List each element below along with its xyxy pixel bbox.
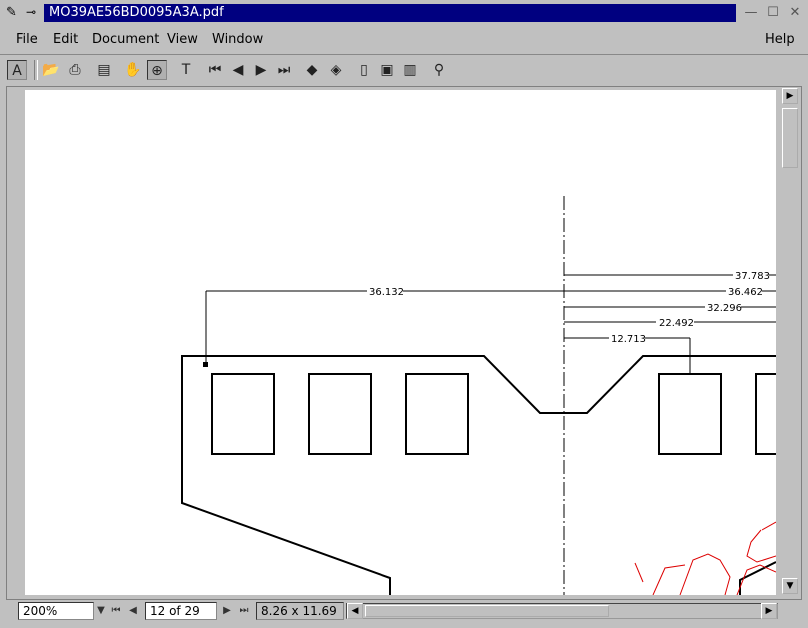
title-bar: ✎ ⊸ MO39AE56BD0095A3A.pdf — ☐ ✕	[0, 0, 808, 26]
scroll-right-icon[interactable]: ▶	[761, 603, 777, 619]
toolbar-separator	[34, 60, 38, 80]
document-page[interactable]: 37.783 36.462 32.296 22.492 12.713 36.13…	[25, 90, 776, 595]
zoom-dropdown-icon[interactable]: ▼	[93, 603, 109, 619]
go-forward-icon[interactable]: ◈	[326, 60, 346, 80]
actual-size-icon[interactable]: ▯	[354, 60, 374, 80]
vertical-scroll-thumb[interactable]	[782, 108, 798, 168]
menu-bar: File Edit Document View Window Help	[0, 26, 808, 55]
dim-label: 36.462	[728, 287, 763, 298]
zoom-field[interactable]: 200%	[18, 602, 94, 620]
minimize-icon[interactable]: —	[742, 4, 760, 22]
vertical-scrollbar[interactable]: ▶ ▼	[779, 88, 801, 598]
last-page-icon[interactable]: ⏭	[274, 60, 294, 80]
acrobat-logo-icon[interactable]: A	[7, 60, 27, 80]
technical-drawing: 37.783 36.462 32.296 22.492 12.713 36.13…	[181, 196, 776, 595]
window-title: MO39AE56BD0095A3A.pdf	[44, 4, 736, 22]
lower-profile	[739, 561, 776, 595]
window-cutouts	[211, 373, 776, 455]
fit-width-icon[interactable]: ▥	[400, 60, 420, 80]
menu-document[interactable]: Document	[92, 32, 159, 47]
dim-label: 37.783	[735, 271, 770, 282]
prev-page-icon[interactable]: ◀	[228, 60, 248, 80]
prev-page-button-icon[interactable]: ◀	[125, 603, 141, 619]
close-icon[interactable]: ✕	[786, 4, 804, 22]
next-page-icon[interactable]: ▶	[251, 60, 271, 80]
dim-label: 32.296	[707, 303, 742, 314]
find-icon[interactable]: ⚲	[429, 60, 449, 80]
zoom-tool-icon[interactable]: ⊕	[147, 60, 167, 80]
dim-label: 22.492	[659, 318, 694, 329]
maximize-icon[interactable]: ☐	[764, 4, 782, 22]
go-back-icon[interactable]: ◆	[302, 60, 322, 80]
scroll-up-icon[interactable]: ▶	[782, 88, 798, 104]
dim-label: 12.713	[611, 334, 646, 345]
last-page-button-icon[interactable]: ⏭	[236, 603, 252, 619]
toolbar: A 📂 ⎙ ▤ ✋ ⊕ T ⏮ ◀ ▶ ⏭ ◆ ◈ ▯ ▣ ▥ ⚲	[0, 56, 808, 84]
dimension-anchor	[203, 362, 208, 367]
first-page-button-icon[interactable]: ⏮	[108, 603, 124, 619]
horizontal-scrollbar[interactable]: ◀ ▶	[346, 603, 778, 619]
text-select-icon[interactable]: T	[176, 60, 196, 80]
next-page-button-icon[interactable]: ▶	[219, 603, 235, 619]
horizontal-scroll-thumb[interactable]	[365, 605, 609, 617]
scroll-down-icon[interactable]: ▼	[782, 578, 798, 594]
pin-icon[interactable]: ⊸	[26, 5, 36, 19]
menu-window[interactable]: Window	[212, 32, 263, 47]
hand-tool-icon[interactable]: ✋	[123, 60, 143, 80]
bookmarks-icon[interactable]: ▤	[94, 60, 114, 80]
first-page-icon[interactable]: ⏮	[205, 60, 225, 80]
menu-edit[interactable]: Edit	[53, 32, 78, 47]
dim-label: 36.132	[369, 287, 404, 298]
menu-file[interactable]: File	[16, 32, 38, 47]
menu-view[interactable]: View	[167, 32, 198, 47]
page-number-field[interactable]: 12 of 29	[145, 602, 217, 620]
acrobat-icon[interactable]: ✎	[6, 5, 22, 21]
scroll-left-icon[interactable]: ◀	[347, 603, 363, 619]
fit-page-icon[interactable]: ▣	[377, 60, 397, 80]
menu-help[interactable]: Help	[765, 32, 795, 47]
part-outline	[181, 355, 776, 595]
page-size-readout: 8.26 x 11.69	[256, 602, 344, 620]
print-icon[interactable]: ⎙	[65, 60, 85, 80]
red-markup	[634, 521, 776, 595]
open-icon[interactable]: 📂	[41, 60, 61, 80]
